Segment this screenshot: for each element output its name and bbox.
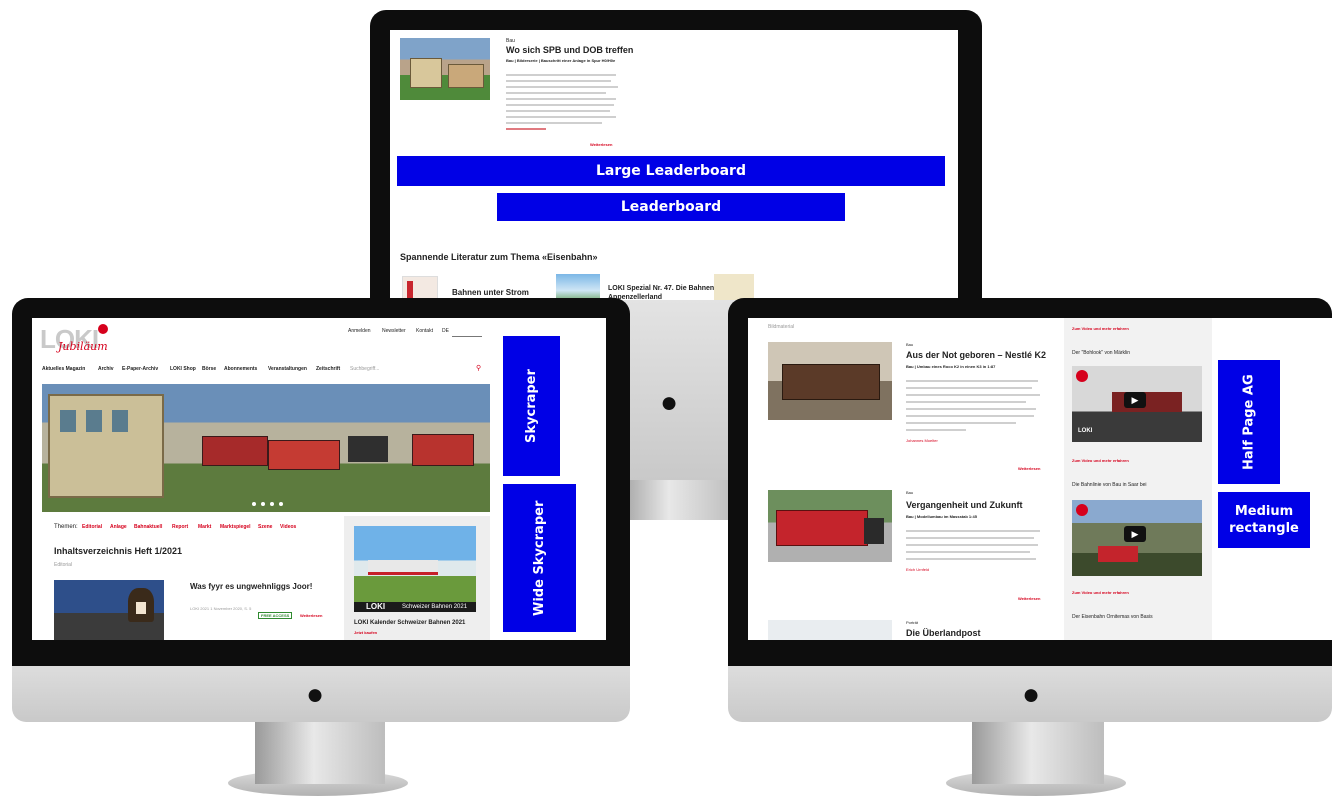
- nav-item-events[interactable]: Veranstaltungen: [268, 366, 307, 372]
- util-link-language[interactable]: DE: [442, 328, 449, 334]
- nav-item-archiv[interactable]: Archiv: [98, 366, 114, 372]
- article1-readmore-link[interactable]: Weiterlesen: [1018, 466, 1040, 471]
- apple-logo-icon: ●: [306, 678, 325, 711]
- side-card-link[interactable]: Jetzt kaufen: [354, 630, 377, 635]
- video3-heading: Der Eisenbahn Ornitemas von Basis: [1072, 614, 1153, 620]
- video-link-top[interactable]: Zum Video und mehr erfahren: [1072, 326, 1129, 331]
- article3-title[interactable]: Die Überlandpost: [906, 628, 981, 638]
- wide-skycraper-ad[interactable]: Wide Skycraper: [503, 484, 576, 632]
- book-cover-3[interactable]: [714, 274, 754, 300]
- skycraper-ad[interactable]: Skycraper: [503, 336, 560, 476]
- article2-title[interactable]: Vergangenheit und Zukunft: [906, 500, 1023, 510]
- search-input[interactable]: Suchbegriff...: [350, 366, 379, 372]
- book-cover-2[interactable]: [556, 274, 600, 300]
- article3-kicker: Porträt: [906, 620, 919, 625]
- theme-editorial[interactable]: Editorial: [82, 524, 102, 530]
- theme-marktspiegel[interactable]: Marktspiegel: [220, 524, 251, 530]
- article-image-red-locomotive[interactable]: [768, 490, 892, 562]
- half-page-ad[interactable]: Half Page AG: [1218, 360, 1280, 484]
- article-readmore-link[interactable]: Weiterlesen: [590, 142, 612, 147]
- article1-title[interactable]: Aus der Not geboren – Nestlé K2: [906, 350, 1046, 360]
- toc-title[interactable]: Inhaltsverzeichnis Heft 1/2021: [54, 546, 182, 556]
- section-heading: Spannende Literatur zum Thema «Eisenbahn…: [400, 252, 598, 262]
- article2-readmore-link[interactable]: Weiterlesen: [1018, 596, 1040, 601]
- article2-author[interactable]: Erich Urnfeld: [906, 567, 929, 572]
- nav-item-shop[interactable]: LOKI Shop: [170, 366, 196, 372]
- nav-item-abos[interactable]: Abonnements: [224, 366, 257, 372]
- video2-heading: Die Bahnlinie von Bau in Saar bei: [1072, 482, 1147, 488]
- book-title-2[interactable]: LOKI Spezial Nr. 47. Die Bahnen im Appen…: [608, 284, 728, 300]
- video1-player[interactable]: ▶ LOKI: [1072, 366, 1202, 442]
- util-link-newsletter[interactable]: Newsletter: [382, 328, 406, 334]
- toc-subtitle: Editorial: [54, 562, 73, 568]
- free-access-badge: FREE ACCESS: [258, 612, 293, 619]
- article2-subtitle: Bau | Modellumbau im Massstab 1:45: [906, 514, 977, 519]
- nav-item-epaper[interactable]: E-Paper-Archiv: [122, 366, 158, 372]
- util-link-contact[interactable]: Kontakt: [416, 328, 433, 334]
- carousel-dots[interactable]: [252, 502, 292, 506]
- article-image-3[interactable]: [768, 620, 892, 640]
- play-button-icon[interactable]: ▶: [1124, 392, 1146, 408]
- theme-videos[interactable]: Videos: [280, 524, 296, 530]
- article-image-dog-train[interactable]: [54, 580, 164, 640]
- article-image-freight-wagon[interactable]: [768, 342, 892, 420]
- theme-markt[interactable]: Markt: [198, 524, 211, 530]
- hero-image-carousel[interactable]: [42, 384, 490, 512]
- article-subtitle: Bau | Bilderserie | Bauschritt einer Anl…: [506, 58, 616, 63]
- monitor-left-neck: [255, 720, 385, 784]
- monitor-right-neck: [972, 720, 1104, 784]
- side-card-title[interactable]: LOKI Kalender Schweizer Bahnen 2021: [354, 620, 465, 626]
- video2-link[interactable]: Zum Video und mehr erfahren: [1072, 590, 1129, 595]
- article1-author[interactable]: Johannes Moelter: [906, 438, 938, 443]
- play-button-icon[interactable]: ▶: [1124, 526, 1146, 542]
- article1-kicker: Bau: [906, 342, 914, 347]
- logo-dot-icon: [98, 324, 108, 334]
- publisher-logo: [452, 324, 482, 337]
- nav-item-boerse[interactable]: Börse: [202, 366, 216, 372]
- theme-anlage[interactable]: Anlage: [110, 524, 127, 530]
- calendar-cover[interactable]: LOKI Schweizer Bahnen 2021: [354, 526, 476, 612]
- article2-kicker: Bau: [906, 490, 914, 495]
- article1-subtitle: Bau | Umbau eines Roco K2 in einen K3 in…: [906, 364, 996, 369]
- article-readmore-link[interactable]: Weiterlesen: [300, 613, 322, 618]
- video1-heading: Der "Bohlook" von Märklin: [1072, 350, 1131, 356]
- no-entry-icon: [1076, 370, 1088, 382]
- article-title[interactable]: Wo sich SPB und DOB treffen: [506, 45, 633, 55]
- themes-label: Themen:: [54, 524, 78, 530]
- article-image-station[interactable]: [400, 38, 490, 100]
- apple-logo-icon: ●: [1022, 678, 1041, 711]
- apple-logo-icon: ●: [660, 386, 679, 419]
- article-kicker: Bau: [506, 38, 515, 44]
- large-leaderboard-ad[interactable]: Large Leaderboard: [397, 156, 945, 186]
- nav-item-magazin[interactable]: Aktuelles Magazin: [42, 366, 85, 372]
- video1-caption: LOKI: [1078, 428, 1093, 434]
- search-icon[interactable]: ⚲: [476, 364, 481, 372]
- medium-rectangle-ad[interactable]: Medium rectangle: [1218, 492, 1310, 548]
- book-cover-1[interactable]: [402, 276, 438, 300]
- site-logo-script: Jubiläum: [58, 340, 108, 353]
- article-meta: LOKI 2021 1 November 2020, S. 5: [190, 606, 252, 611]
- no-entry-icon: [1076, 504, 1088, 516]
- theme-report[interactable]: Report: [172, 524, 188, 530]
- video1-link[interactable]: Zum Video und mehr erfahren: [1072, 458, 1129, 463]
- leaderboard-ad[interactable]: Leaderboard: [497, 193, 845, 221]
- theme-szene[interactable]: Szene: [258, 524, 272, 530]
- article-title[interactable]: Was fyyr es ungwehnliggs Joor!: [190, 582, 312, 591]
- video2-player[interactable]: ▶: [1072, 500, 1202, 576]
- nav-item-zeitschrift[interactable]: Zeitschrift: [316, 366, 340, 372]
- calendar-cover-brand: LOKI: [366, 602, 386, 611]
- section-label: Bildmaterial: [768, 324, 795, 330]
- theme-bahnaktuell[interactable]: Bahnaktuell: [134, 524, 162, 530]
- book-title-1[interactable]: Bahnen unter Strom: [452, 288, 529, 297]
- calendar-cover-title: Schweizer Bahnen 2021: [402, 604, 468, 610]
- util-link-login[interactable]: Anmelden: [348, 328, 371, 334]
